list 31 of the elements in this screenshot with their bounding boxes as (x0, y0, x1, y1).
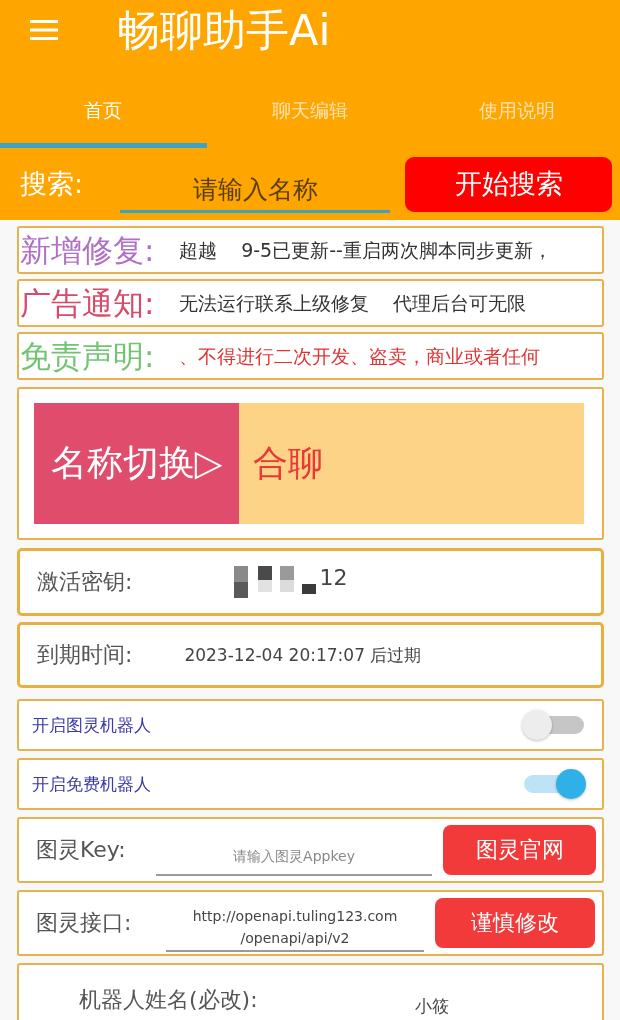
appkey-input-field[interactable]: 请输入图灵Appkey (156, 838, 432, 876)
pixelated-redaction-icon (234, 564, 317, 600)
toggle-label: 开启图灵机器人 (32, 713, 151, 737)
notice-label: 新增修复: (19, 231, 156, 269)
expiry-label: 到期时间: (37, 641, 133, 669)
edit-carefully-button[interactable]: 谨慎修改 (435, 898, 595, 948)
notice-text: 、不得进行二次开发、盗卖，商业或者任何 (179, 344, 540, 369)
notice-label: 免责声明: (19, 337, 156, 375)
expiry-value: 2023-12-04 20:17:07 后过期 (184, 643, 422, 667)
official-site-button[interactable]: 图灵官网 (443, 825, 596, 875)
tab[interactable]: 首页 (0, 60, 207, 148)
toggle-label: 开启免费机器人 (32, 772, 151, 796)
tuling-key-label: 图灵Key: (36, 836, 127, 864)
search-label: 搜索: (20, 167, 85, 201)
name-switch-button[interactable]: 名称切换▷ (34, 403, 239, 524)
toggle-switch[interactable] (522, 767, 586, 801)
activation-key-label: 激活密钥: (37, 568, 133, 596)
robot-name-label: 机器人姓名(必改): (79, 986, 259, 1014)
activation-key-value: 12 (319, 564, 348, 590)
tuling-api-label: 图灵接口: (36, 909, 133, 937)
robot-name-field[interactable]: 小筱 (303, 989, 561, 1020)
notice-text: 超越 9-5已更新--重启两次脚本同步更新， (179, 238, 552, 263)
toggle-switch[interactable] (522, 708, 586, 742)
app-title: 畅聊助手Ai (117, 5, 331, 55)
search-button[interactable]: 开始搜索 (405, 156, 612, 212)
search-field[interactable]: 请输入名称 (120, 169, 390, 213)
api-url-field[interactable]: http://openapi.tuling123.com /openapi/api/v2 (166, 904, 424, 952)
notice-label: 广告通知: (19, 284, 156, 322)
menu-icon[interactable] (30, 20, 58, 40)
notice-text: 无法运行联系上级修复 代理后台可无限 (179, 291, 527, 316)
current-name-display: 合聊 (239, 403, 584, 524)
